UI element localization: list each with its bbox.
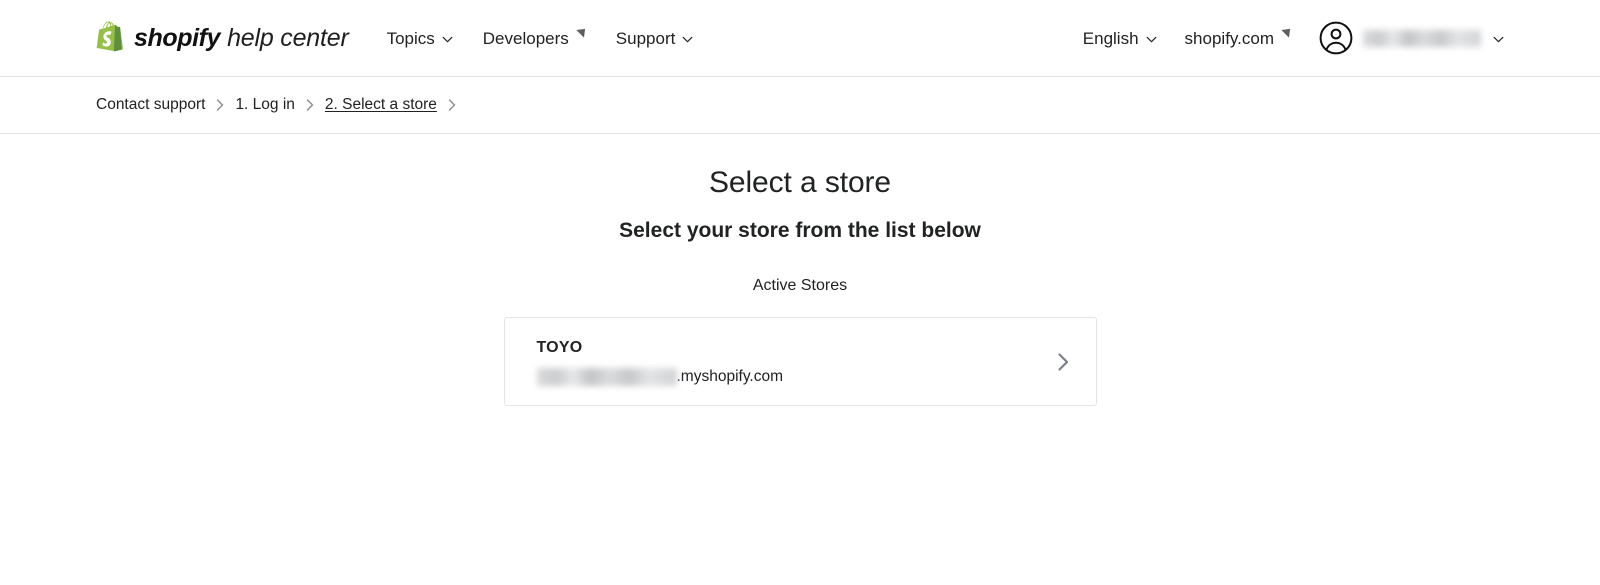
external-link-icon [575,28,586,39]
primary-nav: Topics Developers Support [387,28,694,48]
breadcrumb-item-log-in[interactable]: 1. Log in [235,96,294,114]
store-subdomain-redacted [536,368,677,387]
chevron-down-icon [682,36,693,43]
chevron-right-icon[interactable] [1051,350,1075,374]
external-link-icon [1280,28,1291,39]
account-menu[interactable] [1319,21,1504,55]
page-title: Select a store [708,166,892,199]
site-header: shopify help center Topics Developers Su… [0,0,1600,77]
breadcrumb-item-contact-support[interactable]: Contact support [96,96,205,114]
header-right: English shopify.com [1083,21,1504,55]
shopify-com-link[interactable]: shopify.com [1184,28,1291,48]
nav-item-topics[interactable]: Topics [387,30,453,47]
language-selector-label: English [1082,28,1139,48]
nav-item-developers-label: Developers [482,28,569,48]
store-domain: .myshopify.com [536,367,1035,387]
store-card[interactable]: TOYO .myshopify.com [503,317,1097,407]
chevron-down-icon [1146,36,1157,43]
shopify-help-center-logo[interactable]: shopify help center [96,20,349,56]
nav-item-support-label: Support [615,28,676,48]
store-name: TOYO [536,338,583,356]
chevron-down-icon [442,36,453,43]
language-selector[interactable]: English [1083,30,1157,47]
breadcrumb-item-select-a-store[interactable]: 2. Select a store [325,96,437,114]
shopify-com-link-label: shopify.com [1184,28,1274,48]
chevron-right-icon [306,99,314,111]
page-subtitle: Select your store from the list below [619,219,981,242]
logo-subwordmark: help center [227,23,349,52]
main-content: Select a store Select your store from th… [0,134,1600,407]
store-list: TOYO .myshopify.com [503,317,1097,407]
nav-item-support[interactable]: Support [616,30,694,47]
logo-wordmark: shopify [134,23,221,52]
breadcrumb-bar: Contact support 1. Log in 2. Select a st… [0,77,1600,134]
active-stores-label: Active Stores [752,277,848,295]
nav-item-topics-label: Topics [386,28,435,48]
store-info: TOYO .myshopify.com [536,338,1035,387]
store-domain-suffix: .myshopify.com [676,367,784,385]
account-circle-icon [1319,21,1353,55]
header-left: shopify help center Topics Developers Su… [96,20,693,56]
nav-item-developers[interactable]: Developers [482,28,586,48]
chevron-right-icon [448,99,456,111]
chevron-down-icon [1493,36,1504,43]
shopify-bag-icon [96,20,127,56]
chevron-right-icon [216,99,224,111]
breadcrumb: Contact support 1. Log in 2. Select a st… [96,96,467,114]
account-name-redacted [1363,29,1481,47]
